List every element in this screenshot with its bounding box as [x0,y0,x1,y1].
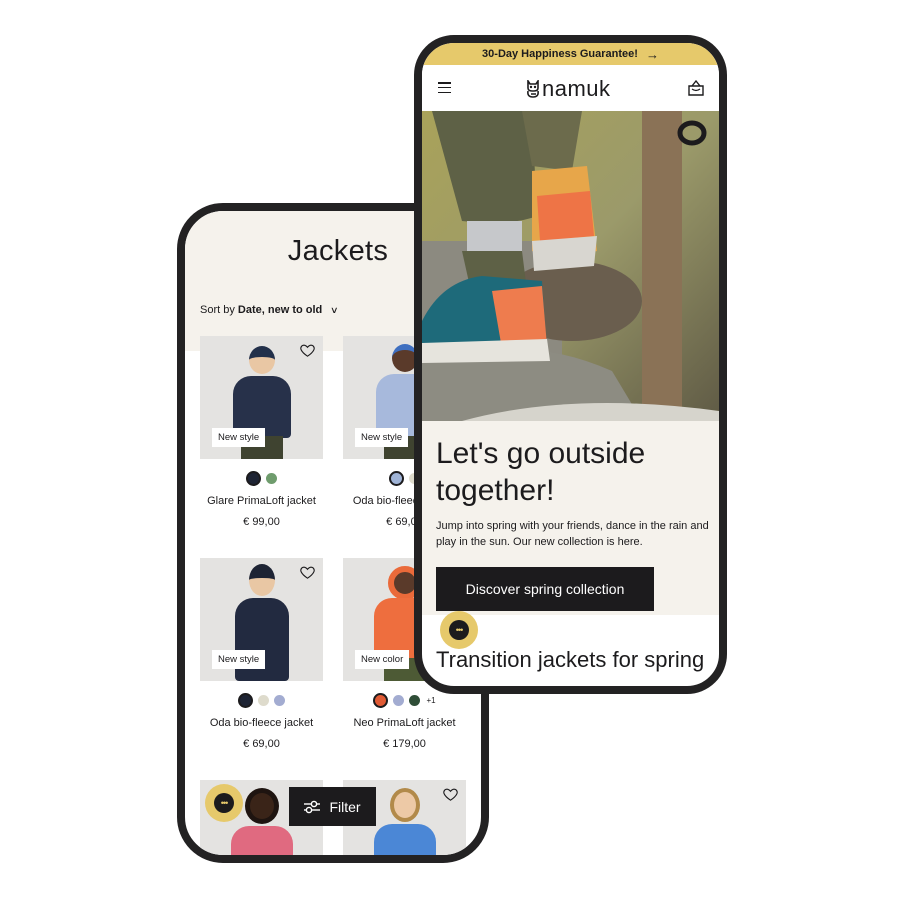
arrow-right-icon: → [645,46,659,62]
filter-label: Filter [329,798,361,815]
heart-icon[interactable] [442,786,459,803]
color-swatch[interactable] [373,692,389,708]
product-badge: New style [212,650,266,669]
sort-label: Sort by [200,304,235,316]
color-swatches: +1 [343,692,466,708]
hero-description: Jump into spring with your friends, danc… [436,520,709,548]
hero-heading: Let's go outside together! [436,437,646,507]
hero-content: Let's go outside together! Jump into spr… [422,421,719,615]
brand-name: namuk [542,76,611,101]
announcement-bar[interactable]: 30-Day Happiness Guarantee! → [422,43,719,65]
color-swatch[interactable] [409,694,421,706]
product-badge: New style [212,428,266,447]
more-colors-count: +1 [426,695,436,705]
product-image[interactable]: New style [200,558,323,681]
chevron-down-icon: ∨ [330,305,339,315]
product-card[interactable]: New style Glare PrimaLoft jacket € 99,00 [200,336,323,528]
color-swatches [200,470,323,486]
product-name[interactable]: Neo PrimaLoft jacket [343,717,466,729]
product-card[interactable]: New style Oda bio-fleece jacket € 69,00 [200,558,323,750]
product-badge: New color [355,650,410,669]
product-price: € 69,00 [243,738,280,750]
discover-collection-button[interactable]: Discover spring collection [436,567,654,611]
color-swatch[interactable] [389,470,404,486]
product-photo-child [370,788,440,855]
color-swatch[interactable] [393,694,405,706]
filter-button[interactable]: Filter [289,787,376,826]
hero-image[interactable] [422,111,719,421]
color-swatch[interactable] [246,470,261,486]
chat-icon: ••• [449,620,469,640]
product-badge: New style [355,428,409,447]
color-swatch[interactable] [266,472,277,484]
heart-icon[interactable] [299,564,316,581]
home-phone: 30-Day Happiness Guarantee! → namuk Let'… [414,35,727,694]
brand-logo[interactable]: namuk [526,76,611,102]
announcement-text: 30-Day Happiness Guarantee! [482,48,638,60]
chat-icon: ••• [214,793,234,813]
heart-icon[interactable] [299,342,316,359]
shopping-bag-icon[interactable] [687,79,705,97]
product-name[interactable]: Glare PrimaLoft jacket [200,495,323,507]
product-image[interactable]: New style [200,336,323,459]
color-swatch[interactable] [238,692,253,708]
sort-value: Date, new to old [237,304,323,316]
chat-button[interactable]: ••• [205,784,243,822]
header-nav: namuk [422,65,719,111]
sort-dropdown[interactable]: Sort by Date, new to old ∨ [200,304,339,316]
product-price: € 179,00 [383,738,426,750]
product-price: € 99,00 [243,516,280,528]
section-heading: Transition jackets for spring [436,647,705,672]
sliders-icon [304,800,321,813]
owl-logo-icon [527,80,539,98]
color-swatch[interactable] [274,694,285,706]
hero-photo-hiking-boots [422,111,719,421]
menu-icon[interactable] [438,82,451,94]
product-name[interactable]: Oda bio-fleece jacket [200,717,323,729]
color-swatch[interactable] [258,694,269,706]
chat-button[interactable]: ••• [440,611,478,649]
color-swatches [200,692,323,708]
